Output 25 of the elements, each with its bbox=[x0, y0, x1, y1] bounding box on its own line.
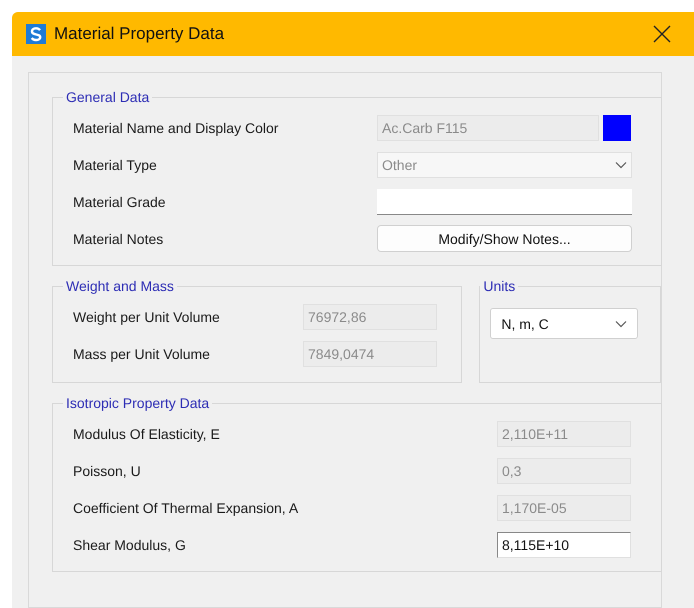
field-label: Mass per Unit Volume bbox=[73, 346, 211, 362]
input-field: 76972,86 bbox=[303, 304, 437, 330]
field-label: Material Grade bbox=[73, 194, 167, 210]
field-label: Material Notes bbox=[73, 230, 164, 246]
field-label: Shear Modulus, G bbox=[73, 536, 187, 552]
units-dropdown[interactable]: N, m, C bbox=[490, 308, 638, 339]
name-field: Ac.Carb F115 bbox=[377, 114, 599, 140]
field-label: Modulus Of Elasticity, E bbox=[73, 426, 221, 442]
notes-button[interactable]: Modify/Show Notes... bbox=[377, 225, 632, 252]
input-field: 1,170E-05 bbox=[497, 494, 631, 520]
dropdown: Other bbox=[377, 152, 632, 178]
field-label: Weight per Unit Volume bbox=[73, 308, 221, 324]
group-title: Isotropic Property Data bbox=[65, 395, 210, 411]
group-title: Weight and Mass bbox=[65, 278, 175, 294]
input-field: 2,110E+11 bbox=[497, 420, 631, 446]
field-label: Coefficient Of Thermal Expansion, A bbox=[73, 500, 300, 516]
group-title: General Data bbox=[65, 89, 150, 105]
input-field: 7849,0474 bbox=[303, 340, 437, 366]
field-label: Poisson, U bbox=[73, 462, 142, 478]
input-field[interactable]: 8,115E+10 bbox=[497, 532, 631, 558]
field-label: Material Name and Display Color bbox=[73, 120, 280, 136]
window-title: Material Property Data bbox=[54, 24, 226, 44]
field-label: Material Type bbox=[73, 156, 158, 172]
input-field: 0,3 bbox=[497, 458, 631, 484]
group-title: Units bbox=[482, 278, 516, 294]
